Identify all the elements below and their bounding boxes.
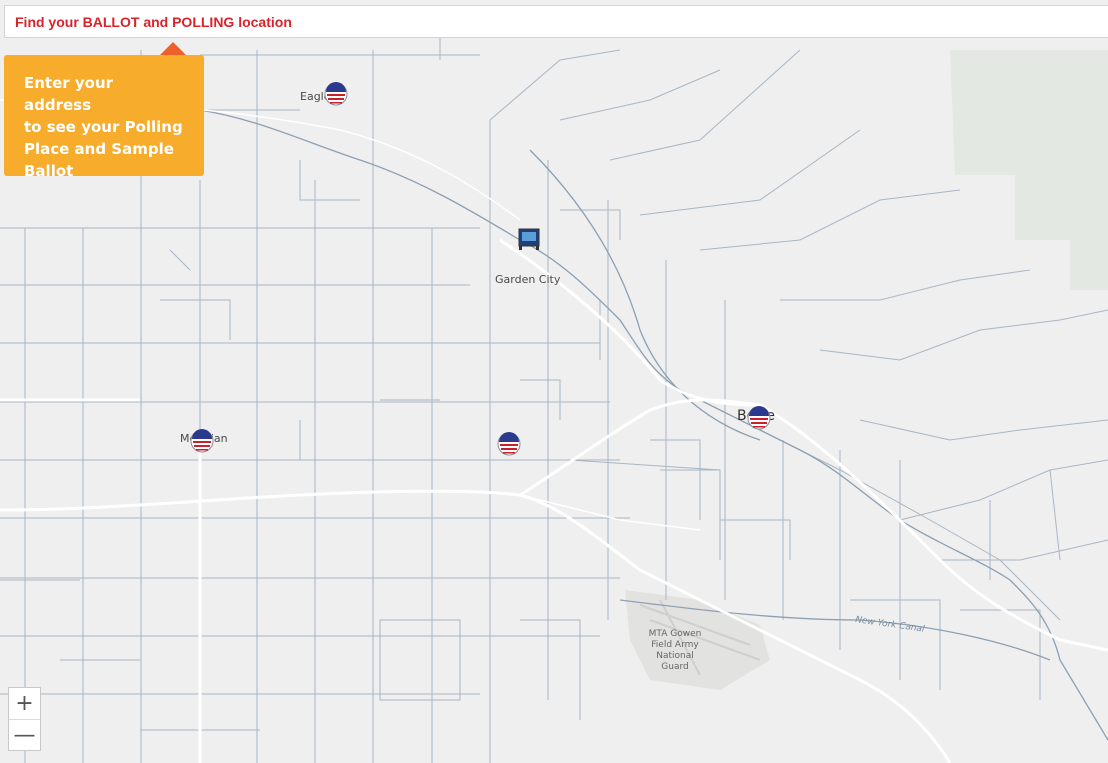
tooltip-line-1: Enter your address	[24, 74, 114, 114]
zoom-out-button[interactable]: —	[9, 720, 40, 751]
address-tooltip: Enter your address to see your Polling P…	[4, 55, 204, 180]
tooltip-arrow	[160, 42, 186, 55]
label-airport-1: MTA Gowen	[649, 629, 702, 639]
label-airport-3: National	[656, 651, 694, 661]
zoom-in-button[interactable]: +	[9, 688, 40, 720]
tooltip-line-2: to see your Polling	[24, 118, 183, 136]
label-airport-4: Guard	[661, 662, 688, 672]
label-garden-city: Garden City	[495, 273, 561, 286]
search-bar[interactable]	[4, 5, 1108, 38]
tooltip-line-4: Ballot	[24, 162, 74, 180]
zoom-control: + —	[8, 687, 41, 751]
tooltip-line-3: Place and Sample	[24, 140, 174, 158]
address-search-input[interactable]	[13, 12, 1108, 31]
label-airport-2: Field Army	[651, 640, 699, 650]
